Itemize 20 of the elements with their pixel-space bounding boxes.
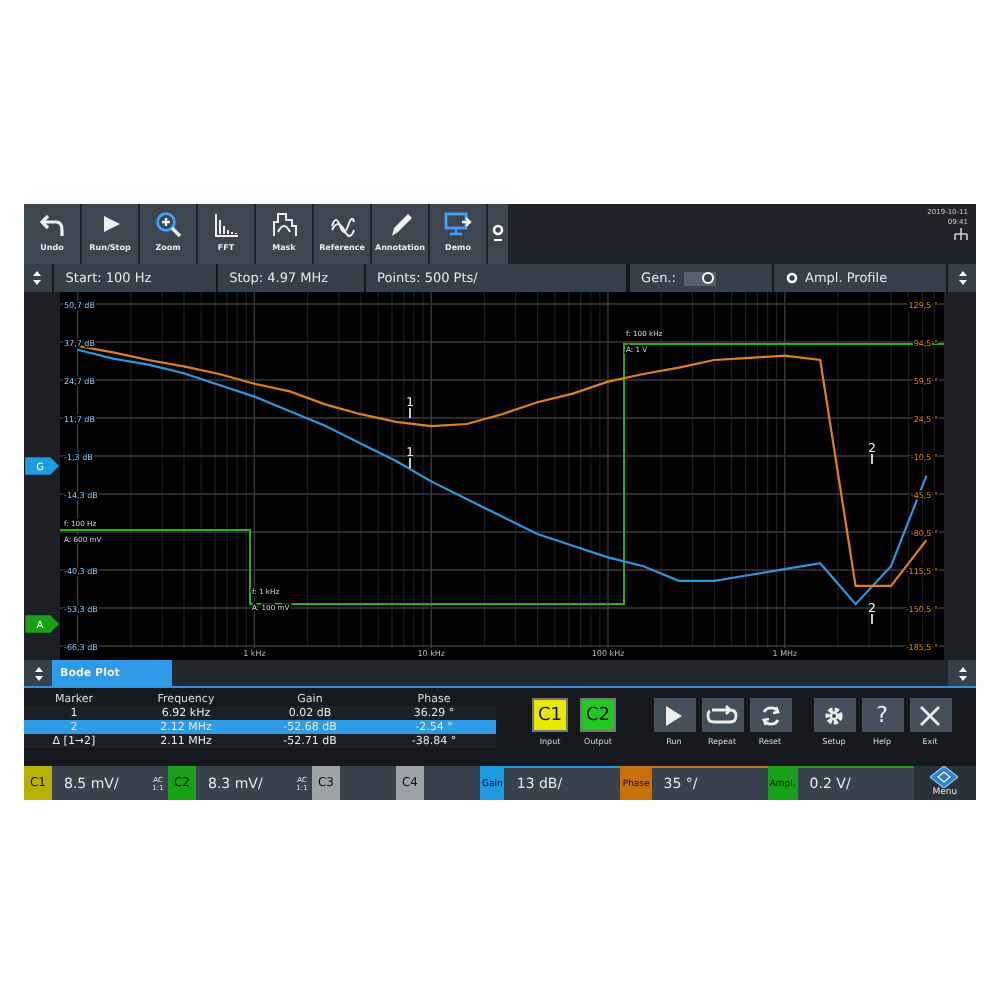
loop-icon bbox=[706, 703, 738, 727]
play-icon bbox=[662, 703, 686, 727]
close-icon bbox=[918, 703, 942, 727]
pencil-icon bbox=[386, 210, 414, 238]
scroll-arrows-icon[interactable] bbox=[957, 665, 967, 681]
zoom-icon bbox=[154, 210, 182, 238]
scroll-arrows-icon[interactable] bbox=[32, 270, 43, 286]
scroll-arrows-icon[interactable] bbox=[33, 665, 43, 681]
scroll-arrows-icon[interactable] bbox=[957, 270, 968, 286]
logo-icon[interactable] bbox=[930, 766, 959, 788]
settings-icon bbox=[822, 703, 846, 727]
dash-icon[interactable] bbox=[494, 236, 502, 244]
generator-toggle[interactable] bbox=[683, 271, 716, 285]
reset-arrows-icon bbox=[758, 703, 782, 727]
undo-icon bbox=[38, 210, 66, 238]
bar-spectrum-icon bbox=[212, 210, 240, 238]
question-mark-icon: ? bbox=[876, 702, 888, 728]
network-icon bbox=[954, 228, 968, 240]
monitor-icon bbox=[444, 210, 472, 238]
mask-icon bbox=[270, 210, 298, 238]
